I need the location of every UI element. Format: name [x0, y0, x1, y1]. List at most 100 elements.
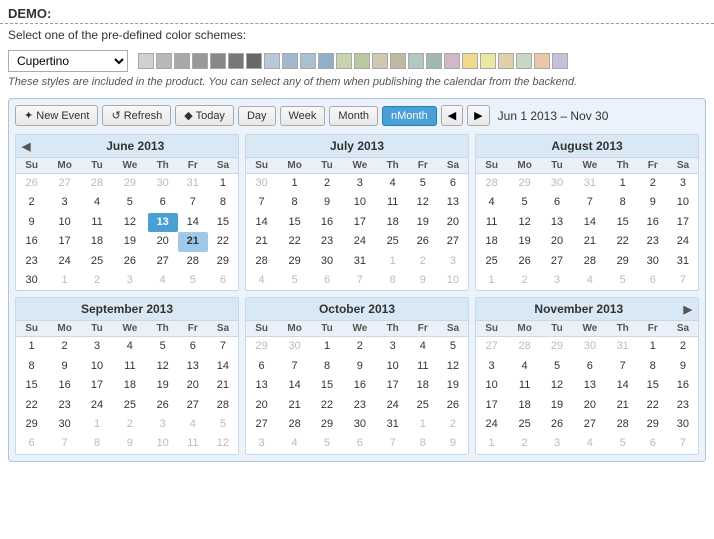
- calendar-day[interactable]: 22: [312, 396, 342, 415]
- calendar-day[interactable]: 12: [408, 193, 438, 212]
- month-next-arrow[interactable]: ▶: [680, 303, 696, 316]
- calendar-day[interactable]: 10: [378, 357, 408, 376]
- calendar-day[interactable]: 5: [178, 271, 208, 290]
- calendar-day[interactable]: 31: [342, 252, 378, 271]
- calendar-day[interactable]: 30: [277, 337, 312, 357]
- calendar-day[interactable]: 17: [668, 213, 698, 232]
- color-swatch-18[interactable]: [462, 53, 478, 69]
- calendar-day[interactable]: 21: [608, 396, 638, 415]
- calendar-day[interactable]: 13: [572, 376, 608, 395]
- calendar-day[interactable]: 14: [277, 376, 312, 395]
- calendar-day[interactable]: 3: [438, 252, 468, 271]
- calendar-day[interactable]: 8: [638, 357, 668, 376]
- calendar-day[interactable]: 24: [342, 232, 378, 251]
- calendar-day[interactable]: 11: [82, 213, 112, 232]
- calendar-day[interactable]: 11: [112, 357, 148, 376]
- calendar-day[interactable]: 29: [638, 415, 668, 434]
- calendar-day[interactable]: 19: [542, 396, 572, 415]
- calendar-day[interactable]: 6: [438, 174, 468, 194]
- calendar-day[interactable]: 10: [342, 193, 378, 212]
- calendar-day[interactable]: 7: [668, 271, 698, 290]
- color-swatch-17[interactable]: [444, 53, 460, 69]
- calendar-day[interactable]: 6: [638, 434, 668, 453]
- calendar-day[interactable]: 7: [608, 357, 638, 376]
- calendar-day[interactable]: 2: [668, 337, 698, 357]
- calendar-day[interactable]: 9: [668, 357, 698, 376]
- color-swatch-11[interactable]: [336, 53, 352, 69]
- day-button[interactable]: Day: [238, 106, 276, 126]
- calendar-day[interactable]: 15: [312, 376, 342, 395]
- calendar-day[interactable]: 3: [246, 434, 277, 453]
- calendar-day[interactable]: 17: [378, 376, 408, 395]
- calendar-day[interactable]: 2: [638, 174, 668, 194]
- calendar-day[interactable]: 10: [438, 271, 468, 290]
- calendar-day[interactable]: 5: [112, 193, 148, 212]
- calendar-day[interactable]: 3: [47, 193, 82, 212]
- color-swatch-22[interactable]: [534, 53, 550, 69]
- prev-range-button[interactable]: ◀: [441, 105, 463, 126]
- calendar-day[interactable]: 3: [82, 337, 112, 357]
- calendar-day[interactable]: 20: [246, 396, 277, 415]
- color-swatch-16[interactable]: [426, 53, 442, 69]
- calendar-day[interactable]: 14: [608, 376, 638, 395]
- calendar-day[interactable]: 3: [668, 174, 698, 194]
- calendar-day[interactable]: 25: [476, 252, 507, 271]
- calendar-day[interactable]: 7: [47, 434, 82, 453]
- calendar-day[interactable]: 7: [342, 271, 378, 290]
- calendar-day[interactable]: 6: [638, 271, 668, 290]
- calendar-day[interactable]: 25: [408, 396, 438, 415]
- calendar-day[interactable]: 12: [208, 434, 238, 453]
- calendar-day[interactable]: 1: [47, 271, 82, 290]
- calendar-day[interactable]: 4: [112, 337, 148, 357]
- calendar-day[interactable]: 30: [246, 174, 277, 194]
- calendar-day[interactable]: 31: [668, 252, 698, 271]
- calendar-day[interactable]: 2: [507, 271, 542, 290]
- calendar-day[interactable]: 11: [476, 213, 507, 232]
- calendar-day[interactable]: 10: [82, 357, 112, 376]
- calendar-day[interactable]: 30: [312, 252, 342, 271]
- calendar-day[interactable]: 23: [312, 232, 342, 251]
- nmonth-button[interactable]: nMonth: [382, 106, 437, 126]
- calendar-day[interactable]: 11: [408, 357, 438, 376]
- calendar-day[interactable]: 27: [476, 337, 507, 357]
- calendar-day[interactable]: 2: [112, 415, 148, 434]
- calendar-day[interactable]: 25: [82, 252, 112, 271]
- calendar-day[interactable]: 30: [342, 415, 378, 434]
- color-swatch-1[interactable]: [156, 53, 172, 69]
- calendar-day[interactable]: 12: [148, 357, 178, 376]
- calendar-day[interactable]: 26: [148, 396, 178, 415]
- calendar-day[interactable]: 1: [408, 415, 438, 434]
- calendar-day[interactable]: 29: [208, 252, 238, 271]
- calendar-day[interactable]: 14: [572, 213, 608, 232]
- calendar-day[interactable]: 10: [476, 376, 507, 395]
- calendar-day[interactable]: 22: [16, 396, 47, 415]
- calendar-day[interactable]: 27: [542, 252, 572, 271]
- calendar-day[interactable]: 14: [246, 213, 277, 232]
- calendar-day[interactable]: 30: [148, 174, 178, 194]
- calendar-day[interactable]: 15: [608, 213, 638, 232]
- calendar-day[interactable]: 31: [572, 174, 608, 194]
- calendar-day[interactable]: 26: [16, 174, 47, 194]
- calendar-day[interactable]: 21: [178, 232, 208, 251]
- calendar-day[interactable]: 20: [178, 376, 208, 395]
- calendar-day[interactable]: 30: [668, 415, 698, 434]
- calendar-day[interactable]: 13: [246, 376, 277, 395]
- color-swatch-2[interactable]: [174, 53, 190, 69]
- calendar-day[interactable]: 28: [208, 396, 238, 415]
- calendar-day[interactable]: 20: [148, 232, 178, 251]
- calendar-day[interactable]: 20: [572, 396, 608, 415]
- color-swatch-23[interactable]: [552, 53, 568, 69]
- calendar-day[interactable]: 10: [148, 434, 178, 453]
- calendar-day[interactable]: 24: [378, 396, 408, 415]
- calendar-day[interactable]: 8: [608, 193, 638, 212]
- calendar-day[interactable]: 28: [476, 174, 507, 194]
- calendar-day[interactable]: 6: [572, 357, 608, 376]
- calendar-day[interactable]: 27: [178, 396, 208, 415]
- color-swatch-15[interactable]: [408, 53, 424, 69]
- calendar-day[interactable]: 4: [507, 357, 542, 376]
- calendar-day[interactable]: 6: [148, 193, 178, 212]
- calendar-day[interactable]: 4: [82, 193, 112, 212]
- calendar-day[interactable]: 11: [178, 434, 208, 453]
- calendar-day[interactable]: 1: [608, 174, 638, 194]
- calendar-day[interactable]: 16: [638, 213, 668, 232]
